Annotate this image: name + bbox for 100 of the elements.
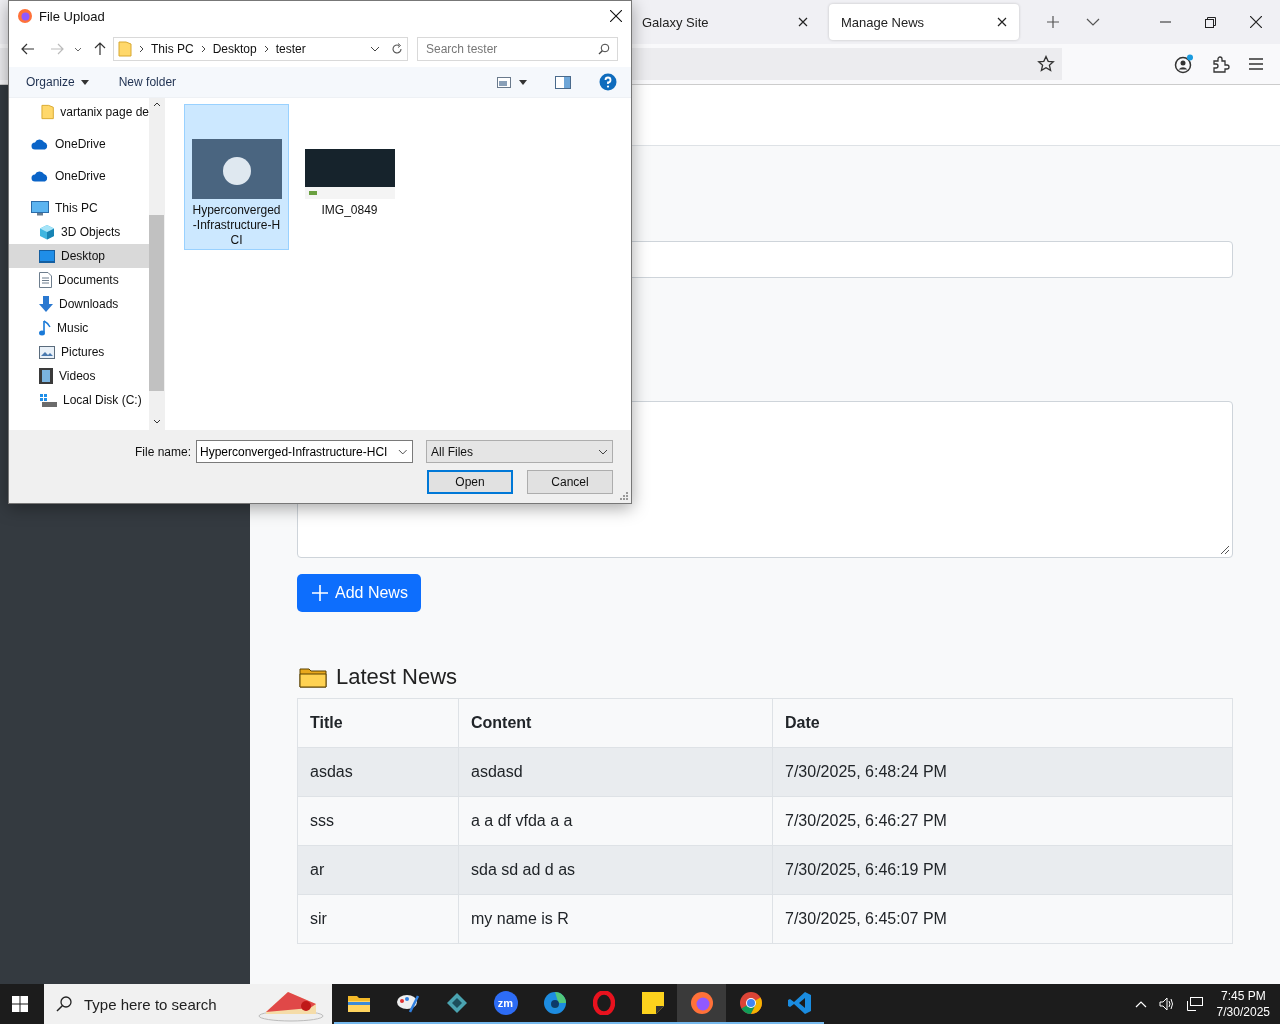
nav-item[interactable]: Desktop [9,244,149,268]
scrollbar[interactable] [149,98,164,430]
firefox-icon [17,8,33,24]
table-cell: sda sd ad d as [458,845,773,895]
document-icon [39,272,52,288]
windows-logo-icon[interactable] [12,996,28,1012]
column-header: Title [297,698,459,748]
section-title: Latest News [336,664,458,690]
account-icon[interactable] [1174,54,1194,74]
table-cell: 7/30/2025, 6:46:19 PM [772,845,1233,895]
address-field[interactable]: This PC Desktop tester [113,37,408,61]
restore-icon[interactable] [1205,16,1216,28]
film-icon [39,368,53,384]
column-header: Date [772,698,1233,748]
field-label: File name: [134,444,191,459]
download-arrow-icon [39,296,53,312]
file-name: Hyperconverged -Infrastructure-H CI [192,203,281,248]
table-cell: sss [297,796,459,846]
resize-grip-icon[interactable] [620,492,628,500]
chevron-down-icon[interactable] [74,46,82,52]
breadcrumb-item[interactable]: Desktop [212,42,257,56]
open-button[interactable]: Open [427,470,513,494]
taskbar-app[interactable]: zm [481,984,530,1024]
speaker-icon[interactable] [1158,997,1175,1011]
table-cell: sir [297,894,459,944]
picture-icon [39,345,55,359]
chevron-right-icon [263,45,269,53]
preview-pane-icon[interactable] [555,75,571,89]
search-field[interactable]: Search tester [417,37,618,61]
file-name-field[interactable]: Hyperconverged-Infrastructure-HCI [196,440,413,463]
file-item[interactable]: IMG_0849 [297,104,402,250]
view-icon[interactable] [497,76,511,88]
menu-icon[interactable] [1248,57,1264,71]
taskbar-search-field[interactable]: Type here to search [44,984,332,1024]
close-icon[interactable] [610,10,622,22]
cloud-icon [31,170,49,182]
up-arrow-icon[interactable] [94,42,106,56]
nav-item[interactable]: vartanix page de [9,100,149,124]
table-cell: 7/30/2025, 6:45:07 PM [772,894,1233,944]
file-type-dropdown[interactable]: All Files [426,440,613,463]
cube-icon [39,224,55,240]
file-item[interactable]: Hyperconverged -Infrastructure-H CI [184,104,289,250]
ring-icon [592,991,615,1015]
close-icon[interactable] [997,17,1007,27]
browser-tab[interactable]: Manage News [829,4,1019,40]
nav-item[interactable]: Local Disk (C:) [9,388,149,412]
plus-icon [311,584,329,602]
swirl-icon [542,991,567,1015]
new-folder-button[interactable]: New folder [118,75,177,89]
back-arrow-icon[interactable] [21,43,35,55]
organize-menu[interactable]: Organize [26,75,89,89]
scroll-up-icon[interactable] [152,102,161,107]
refresh-icon[interactable] [391,43,403,55]
table-cell: ar [297,845,459,895]
puzzle-icon[interactable] [1212,55,1230,73]
folder-icon [347,994,370,1012]
nav-item[interactable]: 3D Objects [9,220,149,244]
chevron-down-icon[interactable] [370,46,380,52]
table-cell: asdas [297,747,459,797]
nav-item[interactable]: OneDrive [9,164,149,188]
chevron-down-icon[interactable] [1086,18,1100,26]
table-cell: my name is R [458,894,773,944]
resize-grip-icon[interactable] [1218,543,1230,555]
monitor-icon [31,200,49,216]
code-editor-icon [787,991,812,1015]
zoom-logo: zm [493,991,518,1015]
chevron-down-icon [598,448,608,455]
chevron-up-icon[interactable] [1134,1000,1147,1008]
folder-icon [299,666,327,688]
cancel-button[interactable]: Cancel [527,470,613,494]
breadcrumb-item[interactable]: This PC [151,42,194,56]
monitor-icon[interactable] [1186,997,1203,1011]
firefox-icon [689,991,714,1015]
nav-item[interactable]: Pictures [9,340,149,364]
nav-item[interactable]: Music [9,316,149,340]
table-cell: a a df vfda a a [458,796,773,846]
nav-item[interactable]: Documents [9,268,149,292]
chevron-down-icon[interactable] [398,448,408,455]
plus-icon[interactable] [1046,15,1060,29]
chevron-right-icon [139,45,144,53]
star-icon[interactable] [1037,55,1055,73]
disk-drive-icon [39,393,57,407]
add-news-button[interactable]: Add News [297,574,421,612]
nav-item[interactable]: Videos [9,364,149,388]
clock-date[interactable]: 7/30/2025 [1216,1004,1270,1020]
clock-time[interactable]: 7:45 PM [1220,988,1266,1004]
close-icon[interactable] [1250,16,1262,28]
table-cell: 7/30/2025, 6:46:27 PM [772,796,1233,846]
browser-tab[interactable]: Galaxy Site [630,4,820,40]
help-icon[interactable] [599,73,617,91]
palette-icon [395,992,420,1014]
breadcrumb-item[interactable]: tester [275,42,306,56]
scroll-down-icon[interactable] [152,419,161,424]
nav-item[interactable]: This PC [9,196,149,220]
nav-item[interactable]: OneDrive [9,132,149,156]
column-header: Content [458,698,773,748]
close-icon[interactable] [798,17,808,27]
folder-icon [41,104,55,120]
nav-item[interactable]: Downloads [9,292,149,316]
table-cell: asdasd [458,747,773,797]
